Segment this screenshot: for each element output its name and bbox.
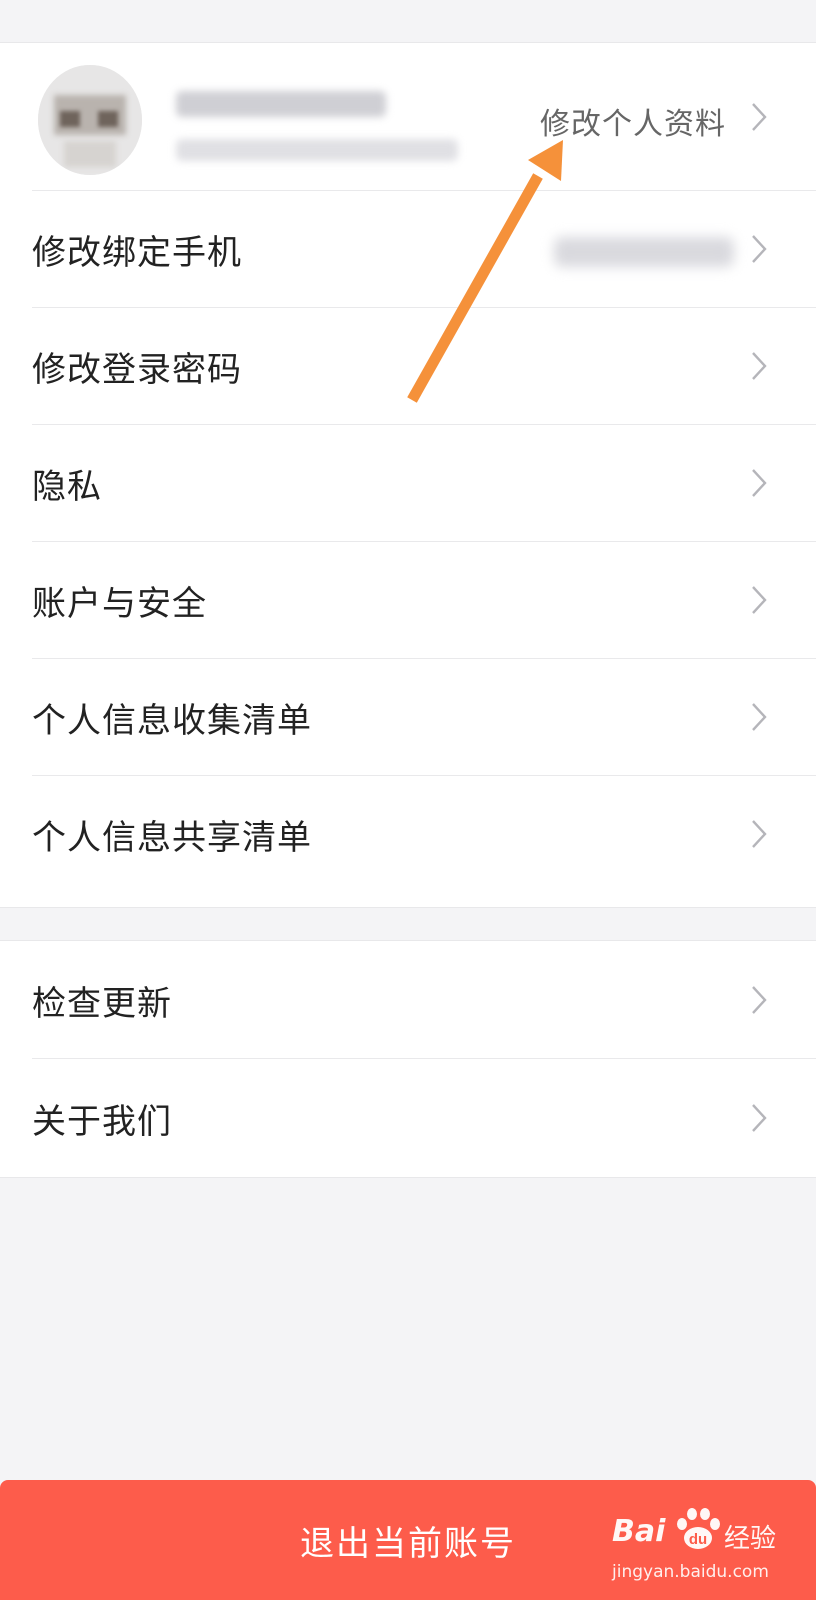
chevron-right-icon bbox=[750, 233, 768, 265]
menu-item-privacy[interactable]: 隐私 bbox=[0, 425, 816, 542]
menu-item-check-update[interactable]: 检查更新 bbox=[0, 941, 816, 1059]
chevron-right-icon bbox=[750, 350, 768, 382]
menu-item-label: 修改登录密码 bbox=[32, 350, 242, 390]
settings-group-about: 检查更新 关于我们 bbox=[0, 940, 816, 1178]
settings-group-account: 修改个人资料 修改绑定手机 修改登录密码 隐私 账户与安全 个人信息收集清单 个… bbox=[0, 42, 816, 908]
menu-item-info-sharing[interactable]: 个人信息共享清单 bbox=[0, 776, 816, 893]
menu-item-label: 关于我们 bbox=[32, 1101, 172, 1142]
chevron-right-icon bbox=[750, 467, 768, 499]
menu-item-change-phone[interactable]: 修改绑定手机 bbox=[0, 191, 816, 308]
chevron-right-icon bbox=[750, 984, 768, 1016]
chevron-right-icon bbox=[750, 584, 768, 616]
phone-number-blurred bbox=[554, 237, 734, 267]
logout-button[interactable]: 退出当前账号 bbox=[0, 1480, 816, 1600]
menu-item-info-collection[interactable]: 个人信息收集清单 bbox=[0, 659, 816, 776]
menu-item-label: 个人信息收集清单 bbox=[32, 701, 312, 741]
username-blurred bbox=[176, 91, 386, 117]
menu-item-label: 账户与安全 bbox=[32, 584, 207, 624]
menu-item-label: 个人信息共享清单 bbox=[32, 818, 312, 858]
settings-page: 修改个人资料 修改绑定手机 修改登录密码 隐私 账户与安全 个人信息收集清单 个… bbox=[0, 0, 816, 1600]
logout-label: 退出当前账号 bbox=[300, 1523, 516, 1564]
avatar bbox=[38, 65, 142, 175]
menu-item-account-security[interactable]: 账户与安全 bbox=[0, 542, 816, 659]
profile-row[interactable]: 修改个人资料 bbox=[0, 43, 816, 191]
menu-item-label: 修改绑定手机 bbox=[32, 233, 242, 273]
menu-item-change-password[interactable]: 修改登录密码 bbox=[0, 308, 816, 425]
chevron-right-icon bbox=[750, 818, 768, 850]
account-id-blurred bbox=[176, 139, 458, 161]
menu-item-about-us[interactable]: 关于我们 bbox=[0, 1059, 816, 1177]
chevron-right-icon bbox=[750, 701, 768, 733]
edit-profile-link[interactable]: 修改个人资料 bbox=[540, 99, 726, 143]
chevron-right-icon bbox=[750, 1102, 768, 1134]
menu-item-label: 隐私 bbox=[32, 467, 102, 507]
menu-item-label: 检查更新 bbox=[32, 983, 172, 1024]
chevron-right-icon bbox=[750, 101, 768, 133]
